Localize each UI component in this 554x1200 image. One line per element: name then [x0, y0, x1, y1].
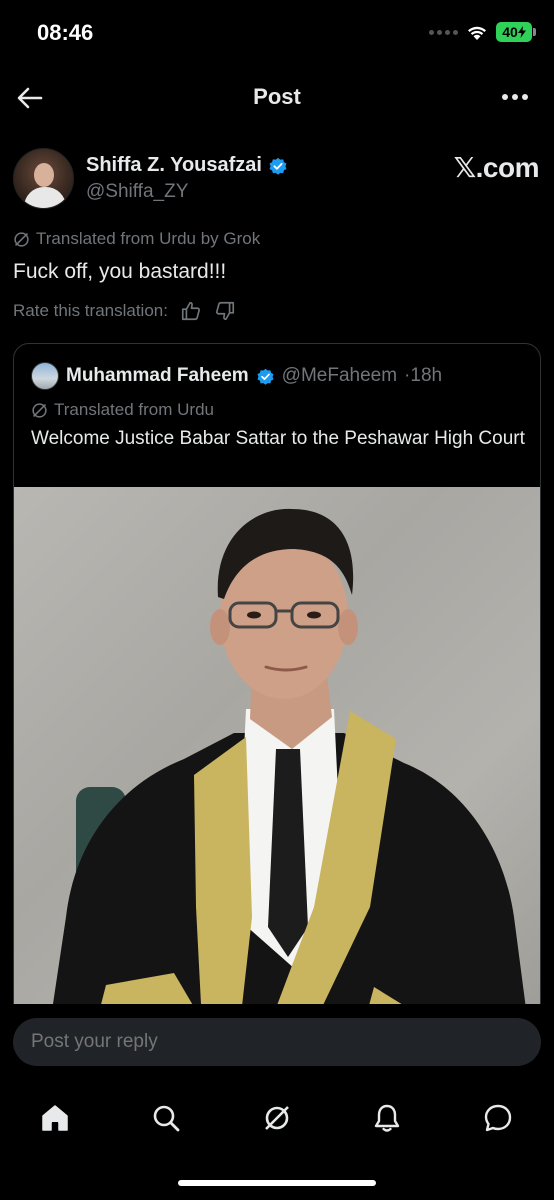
post-photo[interactable]: [14, 487, 540, 1022]
translation-note: Translated from Urdu by Grok: [13, 229, 260, 249]
source-watermark: 𝕏.com: [453, 152, 540, 183]
quoted-post-time: ·18h: [404, 365, 443, 386]
tab-grok[interactable]: [259, 1100, 295, 1136]
quoted-post-text: Welcome Justice Babar Sattar to the Pesh…: [31, 428, 525, 449]
bottom-area: [0, 1004, 554, 1200]
grok-icon: [32, 402, 47, 418]
tab-notifications[interactable]: [369, 1100, 405, 1136]
battery-indicator: 40: [496, 22, 536, 42]
translation-note: Translated from Urdu: [31, 400, 214, 420]
verified-badge-icon: [269, 157, 287, 175]
cellular-signal-icon: [429, 29, 458, 35]
tab-home[interactable]: [37, 1100, 73, 1136]
post-text: Fuck off, you bastard!!!: [13, 260, 227, 283]
avatar[interactable]: [31, 362, 59, 390]
grok-icon: [14, 231, 29, 247]
home-icon: [42, 1105, 68, 1131]
verified-badge-icon: [257, 368, 274, 385]
tab-messages[interactable]: [480, 1100, 516, 1136]
quoted-author-handle[interactable]: @MeFaheem: [282, 365, 397, 387]
status-indicators: 40: [429, 22, 536, 42]
rate-label: Rate this translation:: [13, 301, 168, 320]
quoted-post-header: Muhammad Faheem @MeFaheem ·18h: [31, 362, 442, 390]
quoted-author-name[interactable]: Muhammad Faheem: [66, 365, 249, 387]
reply-input[interactable]: [13, 1018, 541, 1066]
tab-bar: [0, 1090, 554, 1146]
bell-icon: [374, 1104, 400, 1132]
thumbs-down-icon[interactable]: [214, 300, 236, 322]
status-bar: 08:46 40: [0, 0, 554, 70]
portrait-illustration: [50, 508, 528, 1022]
tab-search[interactable]: [148, 1100, 184, 1136]
quoted-post[interactable]: Muhammad Faheem @MeFaheem ·18h Translate…: [13, 343, 541, 1023]
author-name-text: Shiffa Z. Yousafzai: [86, 154, 262, 176]
thumbs-up-icon[interactable]: [180, 300, 202, 322]
top-nav: Post: [0, 70, 554, 126]
charging-bolt-icon: [517, 26, 526, 38]
translation-label: Translated from Urdu by Grok: [36, 229, 261, 248]
translation-label: Translated from Urdu: [54, 400, 214, 419]
home-indicator: [178, 1180, 376, 1186]
messages-icon: [484, 1104, 512, 1132]
more-options-icon[interactable]: [502, 94, 528, 100]
battery-level: 40: [502, 24, 518, 40]
page-title: Post: [253, 84, 301, 109]
wifi-icon: [468, 26, 486, 40]
grok-icon: [265, 1106, 289, 1130]
post-author: Shiffa Z. Yousafzai @Shiffa_ZY 𝕏.com: [13, 148, 541, 210]
author-handle[interactable]: @Shiffa_ZY: [86, 181, 188, 203]
avatar[interactable]: [13, 148, 74, 209]
rate-translation: Rate this translation:: [13, 300, 236, 322]
author-name[interactable]: Shiffa Z. Yousafzai: [86, 154, 288, 177]
status-time: 08:46: [37, 20, 94, 45]
search-icon: [153, 1105, 180, 1132]
